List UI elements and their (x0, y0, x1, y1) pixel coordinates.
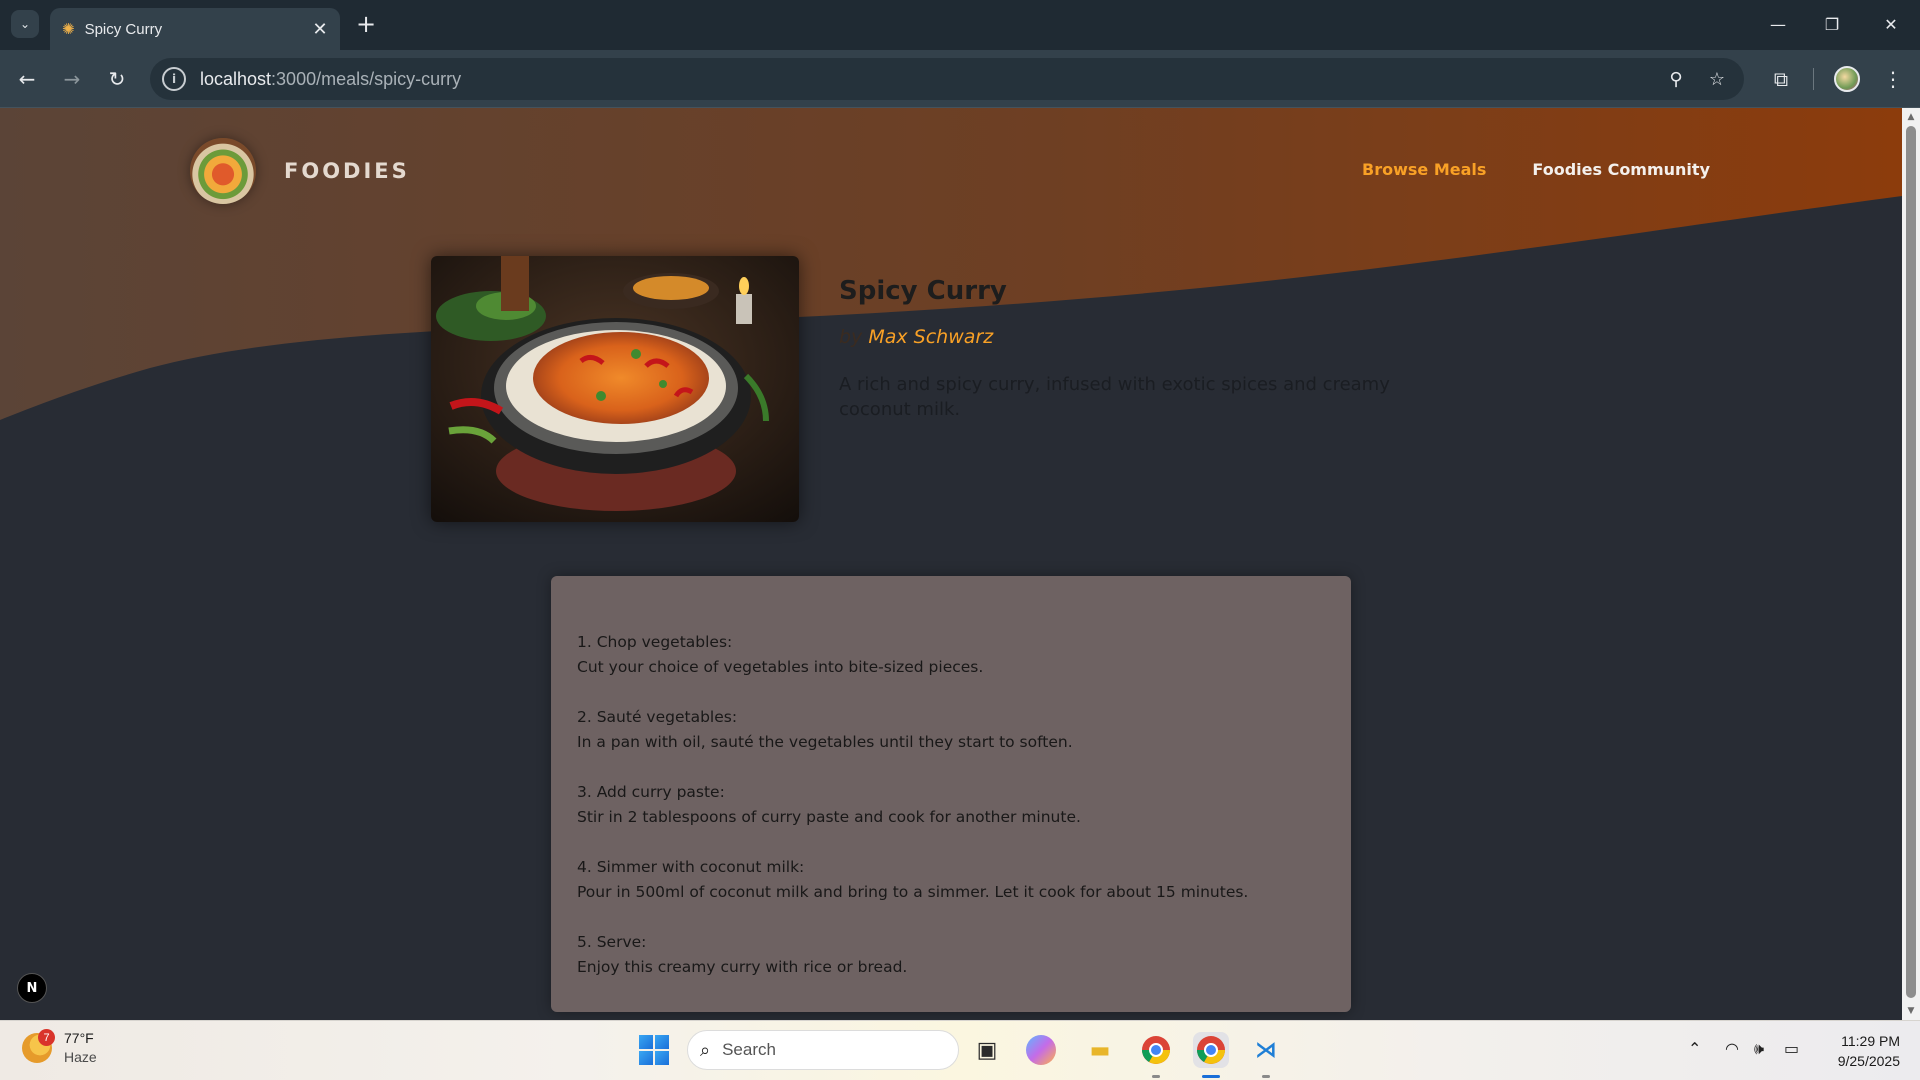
new-tab-button[interactable]: + (352, 10, 380, 38)
step-heading: 2. Sauté vegetables: (577, 708, 738, 726)
scroll-thumb[interactable] (1906, 126, 1916, 998)
weather-haze-icon: 7 (22, 1029, 55, 1063)
instruction-step: 1. Chop vegetables: Cut your choice of v… (577, 630, 1325, 680)
menu-icon[interactable]: ⋮ (1876, 62, 1910, 96)
tab-title: Spicy Curry (84, 20, 163, 38)
weather-text: 77°F Haze (64, 1030, 97, 1065)
app-running-indicator (1152, 1075, 1160, 1078)
instructions-card: 1. Chop vegetables: Cut your choice of v… (551, 576, 1351, 1012)
extensions-icon[interactable]: ⧉ (1764, 62, 1798, 96)
meal-summary: A rich and spicy curry, infused with exo… (839, 374, 1390, 420)
main-nav: Browse Meals Foodies Community (1362, 160, 1710, 179)
browser-tab-active[interactable]: ✺ Spicy Curry ✕ (50, 8, 340, 50)
page-viewport: FOODIES Browse Meals Foodies Community S… (0, 108, 1902, 1020)
nextjs-dev-badge[interactable]: N (17, 973, 47, 1003)
start-button[interactable] (639, 1035, 669, 1065)
reload-icon[interactable]: ↻ (100, 62, 134, 96)
meal-creator: by Max Schwarz (839, 326, 994, 348)
bookmark-star-icon[interactable]: ☆ (1705, 67, 1729, 91)
instruction-step: 2. Sauté vegetables: In a pan with oil, … (577, 705, 1325, 755)
tab-close-icon[interactable]: ✕ (306, 15, 334, 43)
site-info-icon[interactable]: i (162, 67, 186, 91)
wifi-icon[interactable]: ◠ (1725, 1039, 1739, 1058)
file-explorer-icon[interactable]: ▬ (1082, 1032, 1118, 1068)
copilot-icon[interactable] (1026, 1035, 1056, 1065)
address-bar[interactable]: i localhost:3000/meals/spicy-curry ⚲ ☆ (150, 58, 1744, 100)
vscode-icon[interactable]: ⋊ (1248, 1032, 1284, 1068)
weather-widget[interactable]: 7 77°F Haze (22, 1029, 97, 1067)
instruction-step: 5. Serve: Enjoy this creamy curry with r… (577, 930, 1325, 980)
step-heading: 1. Chop vegetables: (577, 633, 733, 651)
step-text: Stir in 2 tablespoons of curry paste and… (577, 808, 1081, 826)
minimize-button[interactable]: — (1758, 8, 1798, 40)
step-heading: 4. Simmer with coconut milk: (577, 858, 805, 876)
site-header: FOODIES Browse Meals Foodies Community (190, 138, 1710, 218)
step-text: Pour in 500ml of coconut milk and bring … (577, 883, 1249, 901)
meal-image (431, 256, 799, 522)
windows-taskbar: 7 77°F Haze ⌕ Search ▣ ▬ ⋊ ⌃ ◠ 🕪 ▭ 11:29… (0, 1020, 1920, 1080)
url-text[interactable]: localhost:3000/meals/spicy-curry (200, 69, 461, 90)
toolbar-divider (1813, 68, 1814, 90)
tab-search-button[interactable]: ⌄ (11, 10, 39, 38)
search-icon: ⌕ (700, 1039, 711, 1061)
chrome-profile-1-icon[interactable] (1138, 1032, 1174, 1068)
close-window-button[interactable]: ✕ (1871, 8, 1911, 40)
page-scrollbar[interactable]: ▲ ▼ (1902, 108, 1920, 1020)
clock[interactable]: 11:29 PM 9/25/2025 (1820, 1031, 1900, 1071)
meal-title: Spicy Curry (839, 276, 1007, 306)
tab-favicon-icon: ✺ (62, 20, 75, 38)
scroll-up-icon[interactable]: ▲ (1906, 112, 1916, 122)
volume-icon[interactable]: 🕪 (1754, 1039, 1764, 1059)
back-icon[interactable]: ← (10, 62, 44, 96)
battery-icon[interactable]: ▭ (1784, 1039, 1799, 1058)
instruction-step: 3. Add curry paste: Stir in 2 tablespoon… (577, 780, 1325, 830)
instruction-step: 4. Simmer with coconut milk: Pour in 500… (577, 855, 1325, 905)
nav-browse-meals[interactable]: Browse Meals (1362, 160, 1486, 179)
app-active-indicator (1202, 1075, 1220, 1078)
step-text: In a pan with oil, sauté the vegetables … (577, 733, 1073, 751)
restore-button[interactable]: ❐ (1812, 8, 1852, 40)
taskbar-search[interactable]: ⌕ Search (687, 1030, 959, 1070)
logo-text: FOODIES (284, 159, 410, 183)
step-heading: 5. Serve: (577, 933, 647, 951)
task-view-icon[interactable]: ▣ (969, 1032, 1005, 1068)
logo-icon (190, 138, 256, 204)
logo-link[interactable]: FOODIES (190, 138, 410, 204)
search-placeholder: Search (722, 1040, 776, 1059)
browser-tab-strip: ⌄ ✺ Spicy Curry ✕ + — ❐ ✕ (0, 0, 1920, 50)
step-text: Cut your choice of vegetables into bite-… (577, 658, 984, 676)
app-running-indicator (1262, 1075, 1270, 1078)
step-heading: 3. Add curry paste: (577, 783, 725, 801)
profile-avatar[interactable] (1834, 66, 1860, 92)
tray-overflow-icon[interactable]: ⌃ (1688, 1039, 1701, 1058)
chrome-profile-2-icon[interactable] (1193, 1032, 1229, 1068)
weather-badge: 7 (38, 1029, 55, 1046)
step-text: Enjoy this creamy curry with rice or bre… (577, 958, 908, 976)
forward-icon[interactable]: → (55, 62, 89, 96)
scroll-down-icon[interactable]: ▼ (1906, 1006, 1916, 1016)
creator-link[interactable]: Max Schwarz (868, 326, 993, 348)
nav-foodies-community[interactable]: Foodies Community (1532, 160, 1710, 179)
zoom-icon[interactable]: ⚲ (1664, 67, 1688, 91)
